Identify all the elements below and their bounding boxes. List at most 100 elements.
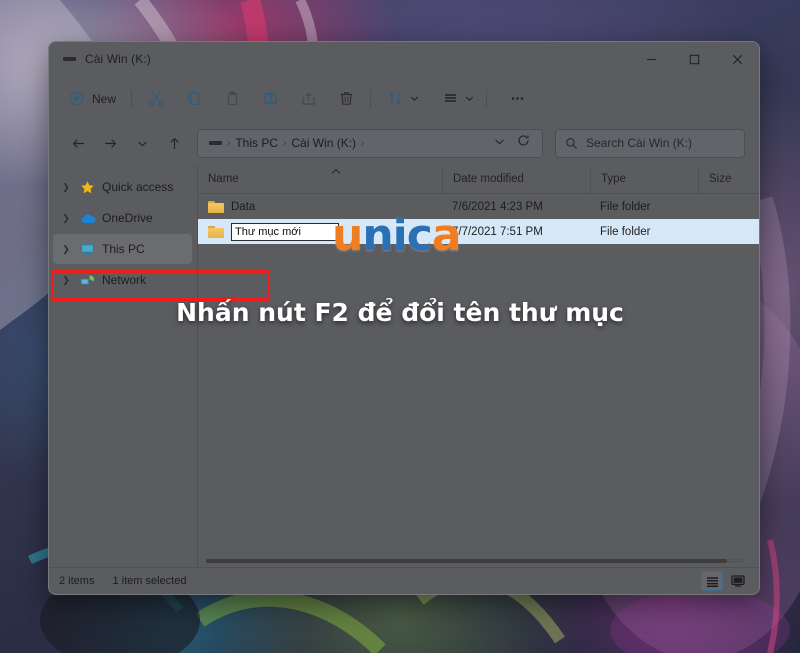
file-list-pane: Name Date modified Type Size xyxy=(197,165,759,567)
copy-button[interactable] xyxy=(175,84,213,114)
search-icon xyxy=(565,137,578,150)
rename-input[interactable] xyxy=(231,223,339,241)
large-icons-view-button[interactable] xyxy=(727,571,749,591)
maximize-button[interactable] xyxy=(673,42,716,76)
new-button[interactable]: New xyxy=(63,86,126,111)
column-header-date-modified[interactable]: Date modified xyxy=(442,165,590,194)
share-button[interactable] xyxy=(289,84,327,114)
sidebar-item-quick-access[interactable]: ❯ Quick access xyxy=(53,172,192,202)
paste-icon xyxy=(224,90,241,107)
title-bar[interactable]: Cài Win (K:) xyxy=(49,42,759,76)
chevron-right-icon[interactable]: ❯ xyxy=(59,275,73,286)
column-header-size[interactable]: Size xyxy=(698,165,758,194)
cloud-icon xyxy=(78,212,97,225)
column-header-type[interactable]: Type xyxy=(590,165,698,194)
large-icons-view-icon xyxy=(731,575,745,587)
view-toggle-group xyxy=(701,571,749,591)
sidebar-item-network[interactable]: ❯ Network xyxy=(53,265,192,295)
copy-icon xyxy=(186,90,203,107)
ellipsis-icon xyxy=(509,90,526,107)
close-button[interactable] xyxy=(716,42,759,76)
sort-arrows-icon xyxy=(387,90,404,107)
chevron-down-icon xyxy=(137,138,148,149)
file-type-cell: File folder xyxy=(590,201,698,213)
list-lines-icon xyxy=(442,90,459,107)
sidebar-item-onedrive[interactable]: ❯ OneDrive xyxy=(53,203,192,233)
file-explorer-window: Cài Win (K:) New xyxy=(48,41,760,595)
sidebar-label: Network xyxy=(102,273,146,287)
address-bar[interactable]: › This PC › Cài Win (K:) › xyxy=(197,129,543,158)
toolbar-separator xyxy=(131,90,132,108)
sidebar-label: Quick access xyxy=(102,180,173,194)
folder-icon xyxy=(208,200,224,213)
arrow-up-icon xyxy=(167,136,182,151)
window-controls xyxy=(630,42,759,76)
up-button[interactable] xyxy=(159,128,189,158)
star-icon xyxy=(78,180,97,195)
monitor-icon xyxy=(78,243,97,256)
column-headers: Name Date modified Type Size xyxy=(198,165,759,194)
column-label: Type xyxy=(601,173,626,185)
delete-button[interactable] xyxy=(327,84,365,114)
search-box[interactable]: Search Cài Win (K:) xyxy=(555,129,745,158)
paste-button[interactable] xyxy=(213,84,251,114)
chevron-right-icon[interactable]: ❯ xyxy=(59,182,73,193)
recent-locations-button[interactable] xyxy=(127,128,157,158)
chevron-down-icon xyxy=(494,136,505,147)
file-name-cell xyxy=(198,223,442,241)
drive-icon xyxy=(209,141,222,145)
item-count-label: 2 items xyxy=(59,575,94,587)
minimize-button[interactable] xyxy=(630,42,673,76)
table-row[interactable]: 7/7/2021 7:51 PM File folder xyxy=(198,219,759,244)
file-date-cell: 7/6/2021 4:23 PM xyxy=(442,201,590,213)
back-button[interactable] xyxy=(63,128,93,158)
breadcrumb-cai-win[interactable]: Cài Win (K:) xyxy=(287,136,360,150)
view-chevron-down-icon[interactable] xyxy=(465,90,474,108)
column-label: Size xyxy=(709,173,731,185)
table-row[interactable]: Data 7/6/2021 4:23 PM File folder xyxy=(198,194,759,219)
new-button-label: New xyxy=(92,92,116,106)
more-button[interactable] xyxy=(498,84,536,114)
refresh-button[interactable] xyxy=(513,134,534,152)
toolbar-separator xyxy=(486,90,487,108)
refresh-icon xyxy=(517,134,530,147)
rename-button[interactable] xyxy=(251,84,289,114)
file-rows: Data 7/6/2021 4:23 PM File folder 7/7/20… xyxy=(198,194,759,567)
scissors-icon xyxy=(148,90,165,107)
details-view-button[interactable] xyxy=(701,571,723,591)
toolbar-separator xyxy=(370,90,371,108)
sort-button[interactable] xyxy=(376,84,414,114)
folder-icon xyxy=(208,225,224,238)
command-bar: New xyxy=(49,76,759,121)
cut-button[interactable] xyxy=(137,84,175,114)
details-view-icon xyxy=(706,576,719,587)
network-icon xyxy=(78,274,97,287)
share-icon xyxy=(300,90,317,107)
file-date-cell: 7/7/2021 7:51 PM xyxy=(442,226,590,238)
breadcrumb-this-pc[interactable]: This PC xyxy=(231,136,282,150)
window-title: Cài Win (K:) xyxy=(85,52,151,66)
chevron-right-icon[interactable]: ❯ xyxy=(59,213,73,224)
forward-button[interactable] xyxy=(95,128,125,158)
arrow-right-icon xyxy=(103,136,118,151)
view-button[interactable] xyxy=(431,84,469,114)
status-bar: 2 items 1 item selected xyxy=(49,567,759,594)
address-dropdown-button[interactable] xyxy=(488,134,511,152)
sidebar-label: OneDrive xyxy=(102,211,153,225)
file-name: Data xyxy=(231,201,255,213)
column-label: Name xyxy=(208,173,239,185)
sidebar-item-this-pc[interactable]: ❯ This PC xyxy=(53,234,192,264)
selection-label: 1 item selected xyxy=(112,575,186,587)
chevron-right-icon[interactable]: ❯ xyxy=(59,244,73,255)
horizontal-scrollbar[interactable] xyxy=(206,559,743,563)
rename-icon xyxy=(262,90,279,107)
file-type-cell: File folder xyxy=(590,226,698,238)
navigation-pane: ❯ Quick access ❯ OneDrive ❯ xyxy=(49,165,197,567)
breadcrumb-separator: › xyxy=(360,138,365,149)
sort-chevron-down-icon[interactable] xyxy=(410,90,419,108)
search-input[interactable]: Search Cài Win (K:) xyxy=(586,136,692,150)
column-header-name[interactable]: Name xyxy=(198,165,442,194)
chevron-up-icon xyxy=(331,167,341,178)
sidebar-label: This PC xyxy=(102,242,145,256)
explorer-body: ❯ Quick access ❯ OneDrive ❯ xyxy=(49,165,759,567)
